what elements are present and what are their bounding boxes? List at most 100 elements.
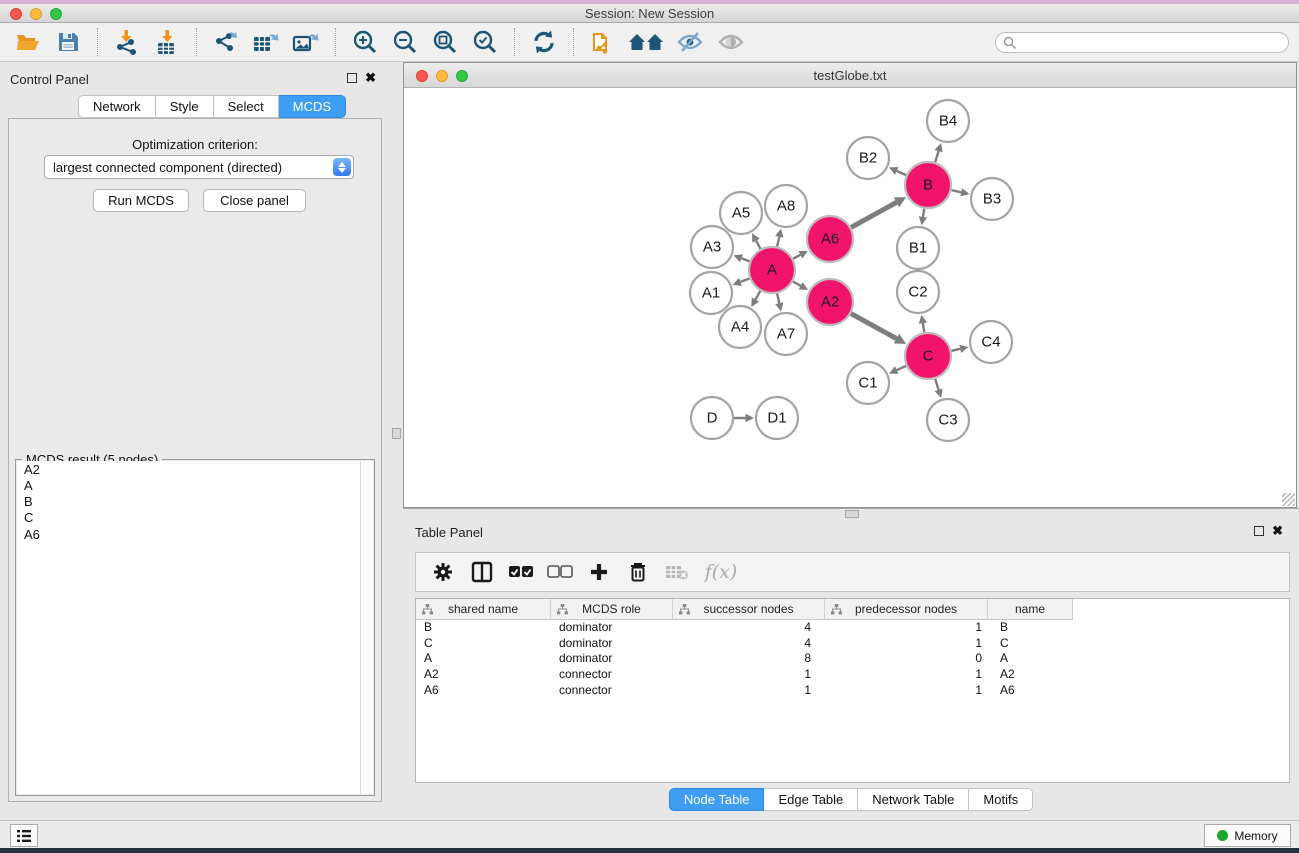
column-header-name[interactable]: name bbox=[988, 599, 1073, 620]
table-cell[interactable]: A6 bbox=[988, 683, 1073, 699]
duplicate-network-button[interactable] bbox=[583, 26, 623, 58]
edge-A-A4[interactable] bbox=[755, 291, 760, 300]
column-header-MCDS-role[interactable]: MCDS role bbox=[551, 599, 673, 620]
tab-style[interactable]: Style bbox=[156, 95, 214, 118]
float-panel-icon[interactable] bbox=[1254, 526, 1264, 536]
table-row[interactable]: Cdominator41C bbox=[416, 636, 1289, 652]
zoom-in-button[interactable] bbox=[345, 26, 385, 58]
result-list-item[interactable]: A6 bbox=[17, 526, 360, 542]
edge-A-A1[interactable] bbox=[740, 278, 749, 281]
edge-A-A8[interactable] bbox=[777, 237, 779, 247]
table-cell[interactable]: A6 bbox=[416, 683, 551, 699]
table-row[interactable]: Bdominator41B bbox=[416, 620, 1289, 636]
search-box[interactable] bbox=[995, 32, 1289, 53]
edge-C-C2[interactable] bbox=[923, 323, 924, 332]
table-cell[interactable]: 4 bbox=[673, 620, 825, 636]
tab-network[interactable]: Network bbox=[78, 95, 156, 118]
table-cell[interactable]: 1 bbox=[825, 667, 988, 683]
export-table-button[interactable] bbox=[246, 26, 286, 58]
select-all-button[interactable] bbox=[504, 558, 537, 586]
zoom-out-button[interactable] bbox=[385, 26, 425, 58]
add-column-button[interactable] bbox=[582, 558, 615, 586]
optimization-criterion-select[interactable]: largest connected component (directed) bbox=[44, 155, 354, 179]
table-cell[interactable]: C bbox=[416, 636, 551, 652]
tab-node-table[interactable]: Node Table bbox=[669, 788, 765, 811]
float-panel-icon[interactable] bbox=[347, 73, 357, 83]
table-cell[interactable]: connector bbox=[551, 683, 673, 699]
home-layout-button[interactable] bbox=[623, 26, 671, 58]
edge-A-A6[interactable] bbox=[793, 255, 800, 259]
open-file-button[interactable] bbox=[8, 26, 48, 58]
network-canvas[interactable]: B4B2BB3A5A8A6A3B1AA1C2A2A4A7CC4C1C3DD1 bbox=[405, 89, 1295, 507]
tab-select[interactable]: Select bbox=[214, 95, 279, 118]
table-cell[interactable]: 4 bbox=[673, 636, 825, 652]
close-panel-icon[interactable]: ✖ bbox=[365, 73, 376, 83]
table-cell[interactable]: 1 bbox=[825, 683, 988, 699]
export-network-button[interactable] bbox=[206, 26, 246, 58]
tab-mcds[interactable]: MCDS bbox=[279, 95, 346, 118]
result-list-item[interactable]: C bbox=[17, 510, 360, 526]
edge-C-C4[interactable] bbox=[951, 349, 960, 351]
tab-network-table[interactable]: Network Table bbox=[858, 788, 969, 811]
column-header-shared-name[interactable]: shared name bbox=[416, 599, 551, 620]
column-header-predecessor-nodes[interactable]: predecessor nodes bbox=[825, 599, 988, 620]
table-cell[interactable]: dominator bbox=[551, 636, 673, 652]
table-cell[interactable]: 1 bbox=[673, 667, 825, 683]
tab-motifs[interactable]: Motifs bbox=[969, 788, 1033, 811]
delete-column-button[interactable] bbox=[621, 558, 654, 586]
import-network-button[interactable] bbox=[107, 26, 147, 58]
table-cell[interactable]: connector bbox=[551, 667, 673, 683]
edge-A6-B[interactable] bbox=[851, 202, 896, 227]
edge-A-A2[interactable] bbox=[793, 282, 801, 286]
close-panel-button[interactable]: Close panel bbox=[203, 189, 306, 212]
table-cell[interactable]: dominator bbox=[551, 620, 673, 636]
zoom-selected-button[interactable] bbox=[465, 26, 505, 58]
table-cell[interactable]: C bbox=[988, 636, 1073, 652]
search-input[interactable] bbox=[1017, 36, 1267, 50]
table-cell[interactable]: A bbox=[988, 651, 1073, 667]
hide-selected-button[interactable] bbox=[671, 26, 711, 58]
show-console-button[interactable] bbox=[10, 824, 38, 847]
column-settings-button[interactable] bbox=[426, 558, 459, 586]
edge-B-B2[interactable] bbox=[897, 171, 906, 175]
edge-A-A5[interactable] bbox=[756, 241, 760, 249]
refresh-button[interactable] bbox=[524, 26, 564, 58]
edge-B-B3[interactable] bbox=[951, 190, 961, 192]
table-cell[interactable]: A2 bbox=[988, 667, 1073, 683]
edge-C-C3[interactable] bbox=[935, 379, 938, 390]
tab-edge-table[interactable]: Edge Table bbox=[764, 788, 858, 811]
window-titlebar[interactable]: Session: New Session bbox=[0, 4, 1299, 23]
run-mcds-button[interactable]: Run MCDS bbox=[93, 189, 189, 212]
edge-B-B4[interactable] bbox=[935, 151, 938, 162]
table-row[interactable]: A6connector11A6 bbox=[416, 683, 1289, 699]
show-all-button[interactable] bbox=[711, 26, 751, 58]
edge-A-A7[interactable] bbox=[777, 293, 779, 303]
mcds-result-list[interactable]: A2ABCA6 bbox=[17, 461, 360, 794]
table-cell[interactable]: B bbox=[416, 620, 551, 636]
table-row[interactable]: A2connector11A2 bbox=[416, 667, 1289, 683]
result-list-item[interactable]: B bbox=[17, 494, 360, 510]
zoom-fit-button[interactable] bbox=[425, 26, 465, 58]
save-session-button[interactable] bbox=[48, 26, 88, 58]
horizontal-splitter-grip[interactable] bbox=[845, 510, 859, 518]
deselect-all-button[interactable] bbox=[543, 558, 576, 586]
export-image-button[interactable] bbox=[286, 26, 326, 58]
edge-C-C1[interactable] bbox=[897, 366, 906, 370]
edge-A-A3[interactable] bbox=[741, 258, 749, 261]
table-cell[interactable]: B bbox=[988, 620, 1073, 636]
table-cell[interactable]: 1 bbox=[673, 683, 825, 699]
table-cell[interactable]: 1 bbox=[825, 636, 988, 652]
table-cell[interactable]: dominator bbox=[551, 651, 673, 667]
memory-button[interactable]: Memory bbox=[1204, 824, 1291, 847]
result-list-scrollbar[interactable] bbox=[360, 461, 373, 794]
result-list-item[interactable]: A bbox=[17, 477, 360, 493]
edge-B-B1[interactable] bbox=[923, 209, 924, 217]
table-cell[interactable]: A bbox=[416, 651, 551, 667]
network-window-titlebar[interactable]: testGlobe.txt bbox=[404, 63, 1296, 88]
table-cell[interactable]: A2 bbox=[416, 667, 551, 683]
column-header-successor-nodes[interactable]: successor nodes bbox=[673, 599, 825, 620]
table-cell[interactable]: 1 bbox=[825, 620, 988, 636]
close-panel-icon[interactable]: ✖ bbox=[1272, 526, 1283, 536]
table-cell[interactable]: 0 bbox=[825, 651, 988, 667]
table-row[interactable]: Adominator80A bbox=[416, 651, 1289, 667]
